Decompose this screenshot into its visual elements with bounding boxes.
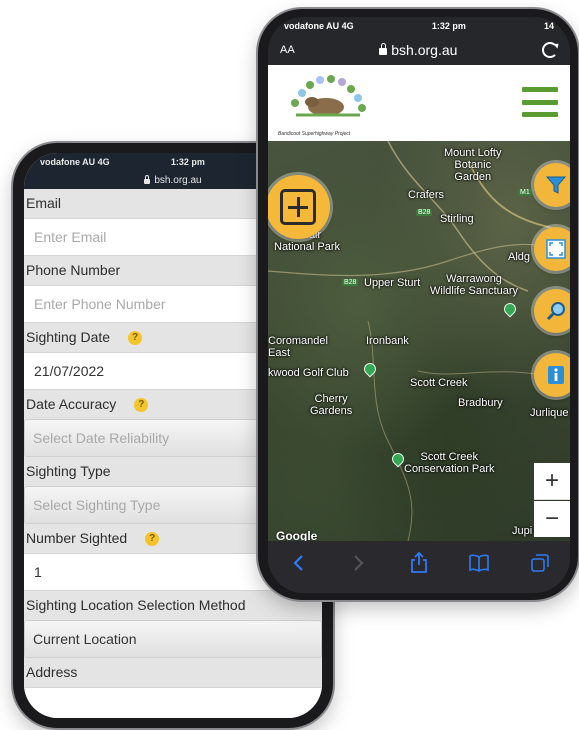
forward-icon[interactable] bbox=[347, 551, 371, 575]
tabs-icon[interactable] bbox=[528, 551, 552, 575]
search-button[interactable] bbox=[534, 289, 570, 333]
add-sighting-button[interactable] bbox=[268, 175, 330, 239]
road-badge: B28 bbox=[342, 279, 359, 286]
map-label-jurlique: Jurlique bbox=[530, 407, 569, 419]
filter-button[interactable] bbox=[534, 163, 570, 207]
road-badge: M1 bbox=[518, 189, 532, 196]
map-label-coromandel: Coromandel East bbox=[268, 335, 328, 359]
map-label-jupiter: Jupi bbox=[512, 525, 533, 537]
carrier-label: vodafone AU 4G bbox=[284, 21, 354, 31]
bandicoot-logo[interactable] bbox=[276, 71, 376, 133]
address-field[interactable] bbox=[24, 687, 322, 718]
help-icon[interactable]: ? bbox=[128, 330, 143, 345]
share-icon[interactable] bbox=[407, 551, 431, 575]
fullscreen-button[interactable] bbox=[534, 227, 570, 271]
browser-top-bar: vodafone AU 4G 1:32 pm 14 AA bsh.org.au bbox=[268, 17, 570, 65]
road-badge: B28 bbox=[416, 209, 433, 216]
map-screen: vodafone AU 4G 1:32 pm 14 AA bsh.org.au bbox=[268, 17, 570, 593]
text-size-button[interactable]: AA bbox=[280, 44, 295, 56]
carrier-label: vodafone AU 4G bbox=[40, 157, 110, 167]
safari-toolbar bbox=[268, 541, 570, 593]
help-icon[interactable]: ? bbox=[134, 397, 149, 412]
map-label-upper-sturt: Upper Sturt bbox=[364, 277, 421, 289]
filter-icon bbox=[545, 176, 567, 194]
bookmarks-icon[interactable] bbox=[467, 551, 491, 575]
zoom-in-button[interactable]: + bbox=[534, 463, 570, 500]
map-label-stirling: Stirling bbox=[440, 213, 474, 225]
clock-label: 1:32 pm bbox=[431, 21, 466, 31]
map-label-bradbury: Bradbury bbox=[458, 397, 503, 409]
map-label-golf: kwood Golf Club bbox=[268, 367, 349, 379]
status-bar: vodafone AU 4G 1:32 pm 14 bbox=[268, 17, 570, 35]
info-icon bbox=[548, 366, 564, 384]
clock-label: 1:32 pm bbox=[170, 157, 205, 167]
back-icon[interactable] bbox=[286, 551, 310, 575]
logo-caption: Bandicoot Superhighway Project bbox=[278, 131, 351, 137]
map-label-conservation-park: Scott Creek Conservation Park bbox=[404, 451, 495, 475]
url-text: bsh.org.au bbox=[154, 174, 202, 186]
lock-icon bbox=[144, 174, 151, 184]
google-attribution: Google bbox=[276, 529, 318, 541]
location-method-label: Sighting Location Selection Method bbox=[24, 591, 322, 620]
menu-icon[interactable] bbox=[522, 87, 558, 117]
map-label-scott-creek: Scott Creek bbox=[410, 377, 468, 389]
url-bar[interactable]: AA bsh.org.au bbox=[268, 35, 570, 65]
map-phone: vodafone AU 4G 1:32 pm 14 AA bsh.org.au bbox=[258, 9, 578, 600]
map-label-aldgate: Aldg bbox=[508, 251, 531, 263]
map-label-mount-lofty: Mount Lofty Botanic Garden bbox=[444, 147, 502, 183]
search-icon bbox=[546, 302, 565, 321]
focus-icon bbox=[546, 239, 566, 259]
map-label-crafers: Crafers bbox=[408, 189, 445, 201]
map-view[interactable]: Mount Lofty Botanic Garden Crafers Stirl… bbox=[268, 141, 570, 541]
site-header: Bandicoot Superhighway Project bbox=[268, 65, 570, 141]
battery-label: 14 bbox=[543, 21, 554, 31]
address-label: Address bbox=[24, 658, 322, 687]
reload-icon[interactable] bbox=[541, 42, 558, 58]
location-method-select[interactable]: Current Location bbox=[24, 620, 322, 658]
plus-square-icon bbox=[280, 189, 316, 225]
info-button[interactable] bbox=[534, 353, 570, 397]
lock-icon bbox=[379, 42, 388, 55]
map-label-warrawong: Warrawong Wildlife Sanctuary bbox=[430, 273, 519, 297]
help-icon[interactable]: ? bbox=[145, 531, 160, 546]
map-label-ironbank: Ironbank bbox=[366, 335, 409, 347]
map-label-cherry-gardens: Cherry Gardens bbox=[310, 393, 353, 417]
zoom-out-button[interactable]: − bbox=[534, 501, 570, 537]
url-text: bsh.org.au bbox=[379, 42, 457, 58]
